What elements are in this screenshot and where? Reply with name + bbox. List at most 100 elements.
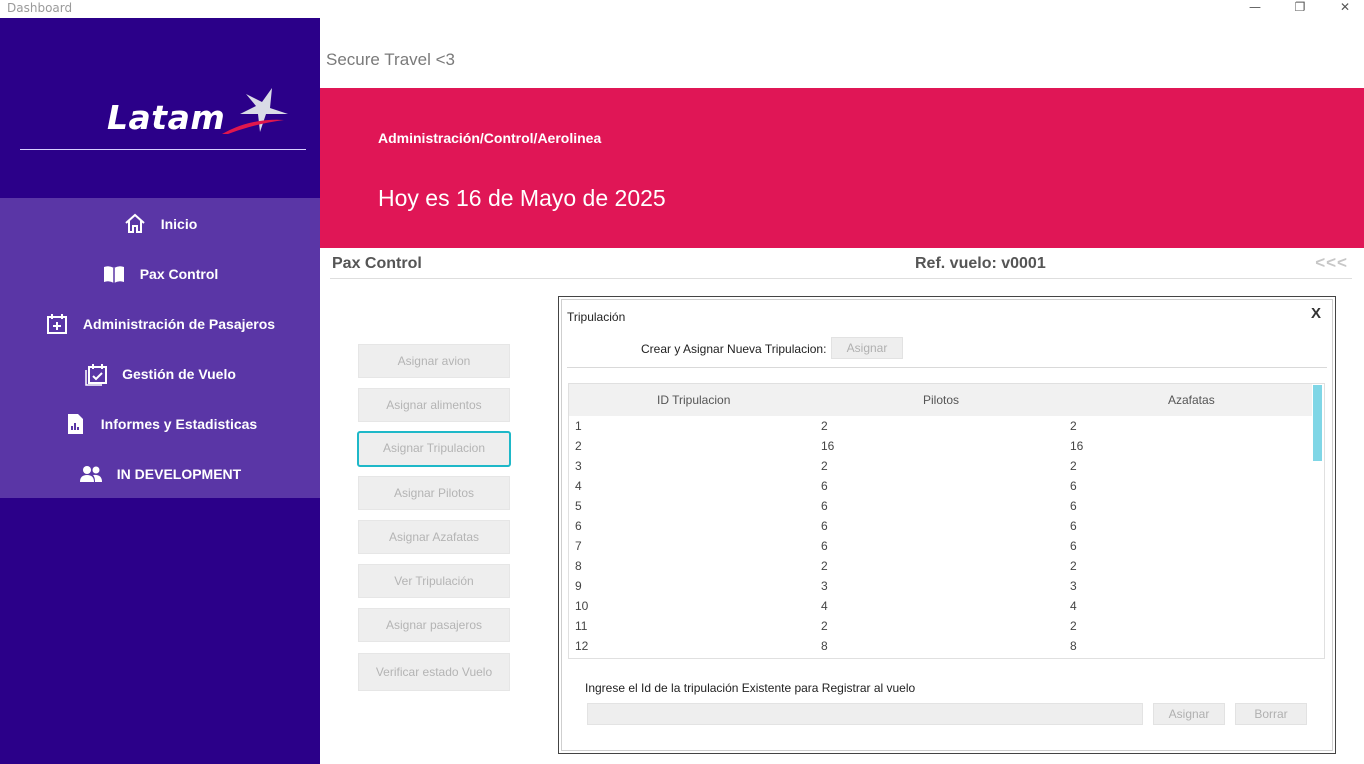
logo-divider [20, 149, 306, 150]
dialog-close-button[interactable]: X [1311, 305, 1321, 322]
cell-crew-id: 10 [575, 599, 589, 613]
cell-crew-id: 8 [575, 559, 582, 573]
table-row[interactable]: 9 3 3 [569, 576, 1314, 596]
home-icon [125, 213, 145, 233]
cell-crew-id: 12 [575, 639, 589, 653]
minimize-button[interactable]: — [1240, 0, 1270, 16]
latam-logo: Latam [20, 78, 306, 168]
create-crew-label: Crear y Asignar Nueva Tripulacion: [641, 342, 827, 356]
sidebar-item-administracion-pasajeros[interactable]: Administración de Pasajeros [0, 304, 320, 344]
divider [567, 367, 1327, 368]
app-window: Dashboard — ❐ ✕ Latam Inicio Pax Control [0, 0, 1364, 764]
cell-attendants: 2 [1070, 419, 1077, 433]
create-crew-button[interactable]: Asignar [831, 337, 903, 359]
sidebar-item-label: Gestión de Vuelo [122, 366, 236, 382]
assign-plane-button[interactable]: Asignar avion [358, 344, 510, 378]
sidebar-menu: Inicio Pax Control Administración de Pas… [0, 198, 320, 498]
flight-reference: Ref. vuelo: v0001 [915, 255, 1046, 272]
clear-button[interactable]: Borrar [1235, 703, 1307, 725]
cell-attendants: 2 [1070, 619, 1077, 633]
table-row[interactable]: 3 2 2 [569, 456, 1314, 476]
cell-attendants: 4 [1070, 599, 1077, 613]
section-title: Pax Control [332, 255, 422, 272]
cell-pilots: 6 [821, 519, 828, 533]
assign-food-button[interactable]: Asignar alimentos [358, 388, 510, 422]
cell-pilots: 6 [821, 479, 828, 493]
cell-attendants: 3 [1070, 579, 1077, 593]
cell-crew-id: 4 [575, 479, 582, 493]
column-header-attendants[interactable]: Azafatas [1168, 393, 1215, 407]
verify-flight-status-button[interactable]: Verificar estado Vuelo [358, 653, 510, 691]
table-row[interactable]: 6 6 6 [569, 516, 1314, 536]
table-row[interactable]: 4 6 6 [569, 476, 1314, 496]
cell-crew-id: 6 [575, 519, 582, 533]
cell-pilots: 2 [821, 619, 828, 633]
table-row[interactable]: 2 16 16 [569, 436, 1314, 456]
cell-attendants: 6 [1070, 499, 1077, 513]
table-row[interactable]: 8 2 2 [569, 556, 1314, 576]
table-scrollbar[interactable] [1312, 384, 1324, 658]
table-body: 1 2 2 2 16 16 3 2 2 4 6 6 5 6 6 6 6 6 7 6 6 8 2 2 9 3 3 10 4 4 11 2 2 12 8… [569, 416, 1314, 656]
assign-passengers-button[interactable]: Asignar pasajeros [358, 608, 510, 642]
cell-crew-id: 7 [575, 539, 582, 553]
sidebar-item-label: Pax Control [139, 266, 219, 282]
sidebar: Latam Inicio Pax Control Administración … [0, 18, 320, 764]
cell-pilots: 2 [821, 559, 828, 573]
crew-id-input[interactable] [587, 703, 1143, 725]
section-header: Pax Control Ref. vuelo: v0001 <<< [330, 253, 1352, 279]
logo-text: Latam [107, 98, 226, 137]
assign-attendants-button[interactable]: Asignar Azafatas [358, 520, 510, 554]
sidebar-item-label: IN DEVELOPMENT [116, 466, 242, 482]
crew-dialog: Tripulación X Crear y Asignar Nueva Trip… [558, 296, 1336, 754]
column-header-id[interactable]: ID Tripulacion [657, 393, 730, 407]
column-header-pilots[interactable]: Pilotos [923, 393, 959, 407]
sidebar-item-label: Informes y Estadisticas [100, 416, 258, 432]
book-icon [103, 266, 124, 283]
dialog-title: Tripulación [567, 310, 626, 324]
star-icon [222, 88, 288, 134]
sidebar-item-inicio[interactable]: Inicio [0, 204, 320, 244]
sidebar-item-gestion-vuelo[interactable]: Gestión de Vuelo [0, 354, 320, 394]
assign-pilots-button[interactable]: Asignar Pilotos [358, 476, 510, 510]
cell-pilots: 2 [821, 419, 828, 433]
sidebar-item-in-development[interactable]: IN DEVELOPMENT [0, 454, 320, 494]
sidebar-item-label: Administración de Pasajeros [82, 316, 276, 332]
window-title: Dashboard [7, 1, 73, 15]
cell-pilots: 2 [821, 459, 828, 473]
assign-existing-crew-button[interactable]: Asignar [1153, 703, 1225, 725]
crew-table[interactable]: ID Tripulacion Pilotos Azafatas 1 2 2 2 16 16… [568, 383, 1325, 659]
table-row[interactable]: 5 6 6 [569, 496, 1314, 516]
cell-attendants: 2 [1070, 459, 1077, 473]
sidebar-item-pax-control[interactable]: Pax Control [0, 254, 320, 294]
restore-button[interactable]: ❐ [1285, 0, 1315, 16]
assign-crew-button[interactable]: Asignar Tripulacion [357, 431, 511, 467]
cell-attendants: 2 [1070, 559, 1077, 573]
cell-pilots: 3 [821, 579, 828, 593]
view-crew-button[interactable]: Ver Tripulación [358, 564, 510, 598]
cell-crew-id: 2 [575, 439, 582, 453]
cell-pilots: 16 [821, 439, 835, 453]
cell-pilots: 8 [821, 639, 828, 653]
table-row[interactable]: 11 2 2 [569, 616, 1314, 636]
cell-attendants: 16 [1070, 439, 1084, 453]
back-button[interactable]: <<< [1315, 253, 1348, 273]
header-banner: Administración/Control/Aerolinea Hoy es … [320, 88, 1364, 248]
cell-attendants: 6 [1070, 479, 1077, 493]
cell-pilots: 6 [821, 539, 828, 553]
scrollbar-thumb[interactable] [1313, 385, 1322, 461]
cell-crew-id: 9 [575, 579, 582, 593]
sidebar-item-label: Inicio [160, 216, 198, 232]
table-row[interactable]: 10 4 4 [569, 596, 1314, 616]
table-row[interactable]: 12 8 8 [569, 636, 1314, 656]
cell-pilots: 6 [821, 499, 828, 513]
calendar-plus-icon [46, 314, 67, 334]
title-bar: Dashboard — ❐ ✕ [0, 0, 1364, 18]
sidebar-item-informes[interactable]: Informes y Estadisticas [0, 404, 320, 444]
cell-crew-id: 11 [575, 619, 588, 633]
close-window-button[interactable]: ✕ [1330, 0, 1360, 16]
date-label: Hoy es 16 de Mayo de 2025 [378, 185, 666, 211]
breadcrumb: Administración/Control/Aerolinea [378, 130, 602, 146]
cell-pilots: 4 [821, 599, 828, 613]
table-row[interactable]: 7 6 6 [569, 536, 1314, 556]
table-row[interactable]: 1 2 2 [569, 416, 1314, 436]
